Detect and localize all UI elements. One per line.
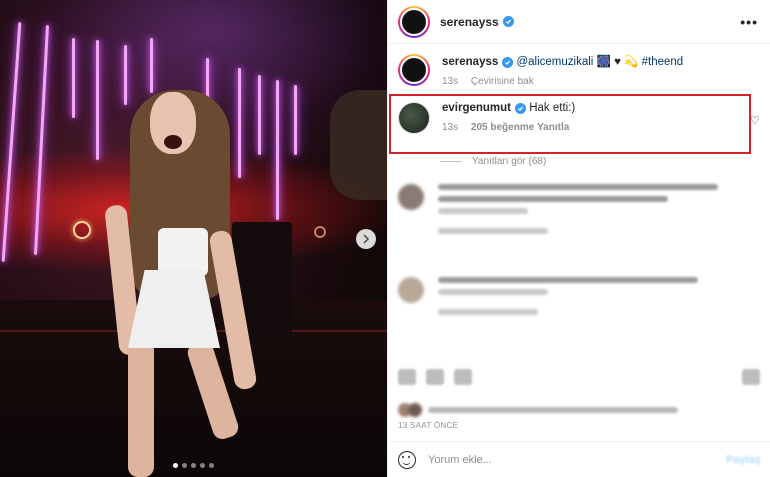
post-time-ago: 13 SAAT ÖNCE xyxy=(398,421,459,430)
post-actions xyxy=(398,369,472,385)
neon-bar xyxy=(258,75,261,155)
carousel-dot xyxy=(209,463,214,468)
caption-time: 13s xyxy=(442,76,459,87)
avatar[interactable] xyxy=(398,54,430,86)
neon-bar xyxy=(124,45,127,105)
neon-bar xyxy=(294,85,297,155)
neon-bar xyxy=(238,68,241,178)
comment-input[interactable] xyxy=(428,453,708,466)
avatar[interactable] xyxy=(398,102,430,134)
highlighted-comment: evirgenumut Hak etti:) 13s 205 beğenme Y… xyxy=(398,102,575,134)
verified-badge-icon xyxy=(502,57,514,68)
blurred-comment xyxy=(398,277,698,321)
carousel-next-button[interactable] xyxy=(356,229,376,249)
person-mouth xyxy=(164,135,182,149)
avatar xyxy=(398,184,424,210)
liked-by-row[interactable] xyxy=(398,403,678,417)
like-heart-icon[interactable] xyxy=(398,369,416,385)
more-options-icon[interactable]: ••• xyxy=(740,14,758,30)
avatar xyxy=(408,403,422,417)
translate-link[interactable]: Çevirisine bak xyxy=(471,76,534,87)
view-replies-label: Yanıtları gör (68) xyxy=(472,156,547,167)
chevron-right-icon xyxy=(363,234,370,244)
background-person xyxy=(330,90,387,200)
post-username[interactable]: serenayss xyxy=(440,15,499,29)
person-leg xyxy=(128,340,154,477)
carousel-dot xyxy=(173,463,178,468)
verified-badge-icon xyxy=(515,103,527,114)
neon-bar xyxy=(150,38,153,93)
carousel-dot xyxy=(191,463,196,468)
post-caption: serenayss @alicemuzikali 🎆 ♥ 💫 #theend 1… xyxy=(398,54,683,90)
neon-bar xyxy=(276,80,279,220)
divider-line xyxy=(440,161,462,162)
reply-button[interactable]: Yanıtla xyxy=(537,122,569,133)
light-ring xyxy=(73,221,91,239)
carousel-dot xyxy=(200,463,205,468)
caption-username[interactable]: serenayss xyxy=(442,56,498,68)
post-details-panel: serenayss ••• serenayss @alicemuzikali 🎆… xyxy=(387,0,770,477)
neon-bar xyxy=(72,38,75,118)
verified-badge-icon xyxy=(502,16,514,27)
add-comment-bar: Paylaş xyxy=(388,441,770,477)
caption-mention[interactable]: @alicemuzikali xyxy=(516,56,593,68)
neon-bar xyxy=(96,40,99,160)
like-comment-heart-icon[interactable]: ♡ xyxy=(750,114,760,127)
comment-time: 13s xyxy=(442,122,459,133)
comment-text: Hak etti:) xyxy=(529,102,576,114)
comment-bubble-icon[interactable] xyxy=(426,369,444,385)
caption-emojis: 🎆 ♥ 💫 xyxy=(596,56,639,68)
share-send-icon[interactable] xyxy=(454,369,472,385)
carousel-dot xyxy=(182,463,187,468)
blurred-comment xyxy=(398,184,718,240)
post-comment-button[interactable]: Paylaş xyxy=(726,454,761,466)
comment-likes[interactable]: 205 beğenme xyxy=(471,122,534,133)
caption-hashtag[interactable]: #theend xyxy=(642,56,684,68)
avatar[interactable] xyxy=(398,5,430,38)
view-replies-button[interactable]: Yanıtları gör (68) xyxy=(440,156,546,167)
person-top xyxy=(158,228,208,276)
carousel-dots xyxy=(0,463,387,468)
light-ring xyxy=(314,226,326,238)
avatar xyxy=(398,277,424,303)
post-header: serenayss ••• xyxy=(388,0,770,44)
post-photo[interactable] xyxy=(0,0,387,477)
comment-username[interactable]: evirgenumut xyxy=(442,102,511,114)
emoji-icon[interactable] xyxy=(398,450,416,469)
bookmark-icon[interactable] xyxy=(742,369,760,385)
